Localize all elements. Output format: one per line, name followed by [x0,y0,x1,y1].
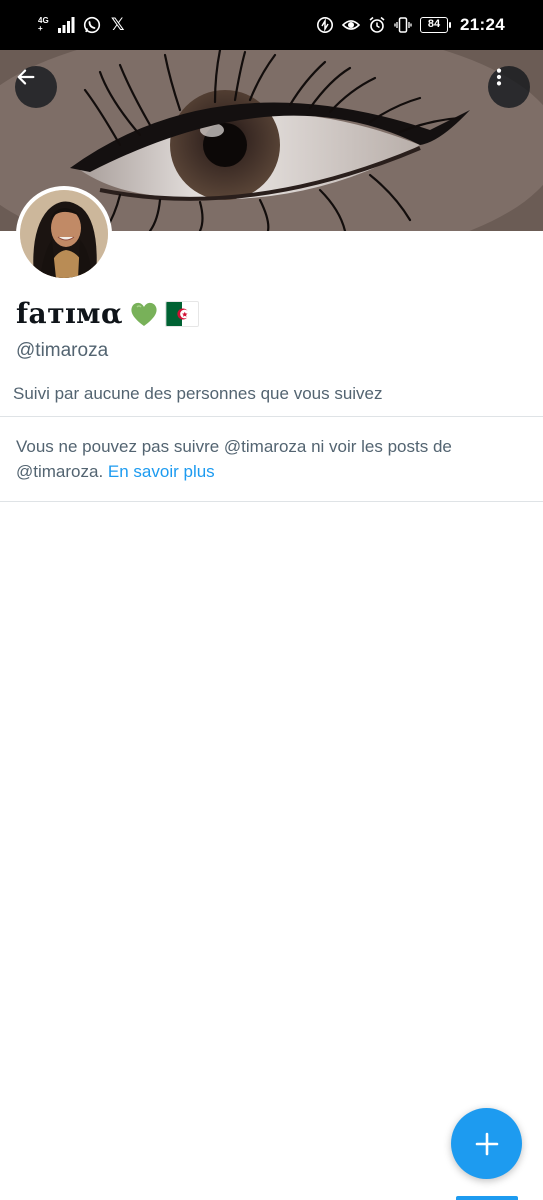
status-bar: 4G + 𝕏 84 21:24 [0,0,543,50]
notice-text: Vous ne pouvez pas suivre @timaroza ni v… [16,437,452,481]
followed-by-text: Suivi par aucune des personnes que vous … [13,384,383,403]
vibrate-icon [394,16,412,34]
profile-name-row: fатɪмα [16,297,200,330]
compose-post-button[interactable] [451,1108,522,1179]
divider [0,416,543,417]
avatar[interactable] [16,186,112,282]
profile-handle: @timaroza [16,340,109,361]
more-options-button[interactable] [488,66,530,108]
algeria-flag-icon [165,300,200,327]
display-name: fатɪмα [16,297,124,330]
plus-icon [473,1130,501,1158]
learn-more-link[interactable]: En savoir plus [108,462,215,481]
whatsapp-icon [83,16,101,34]
eye-icon [342,16,361,34]
status-bar-right: 84 21:24 [316,15,505,35]
green-heart-icon [129,299,159,329]
alarm-icon [368,16,386,34]
data-saver-icon [316,16,334,34]
bottom-tab-indicator [456,1196,518,1200]
battery-icon: 84 [420,17,452,33]
protected-account-notice: Vous ne pouvez pas suivre @timaroza ni v… [16,434,526,484]
status-bar-left: 4G + 𝕏 [38,16,127,34]
network-type: 4G + [38,17,49,33]
clock: 21:24 [460,15,505,34]
network-type-sub: + [38,24,43,33]
signal-icon [57,16,75,34]
x-logo-icon: 𝕏 [110,15,125,34]
profile-screen: 4G + 𝕏 84 21:24 fатɪмα @timaroza Suivi p… [0,0,543,1200]
back-button[interactable] [15,66,57,108]
divider [0,501,543,502]
avatar-image [20,190,108,278]
